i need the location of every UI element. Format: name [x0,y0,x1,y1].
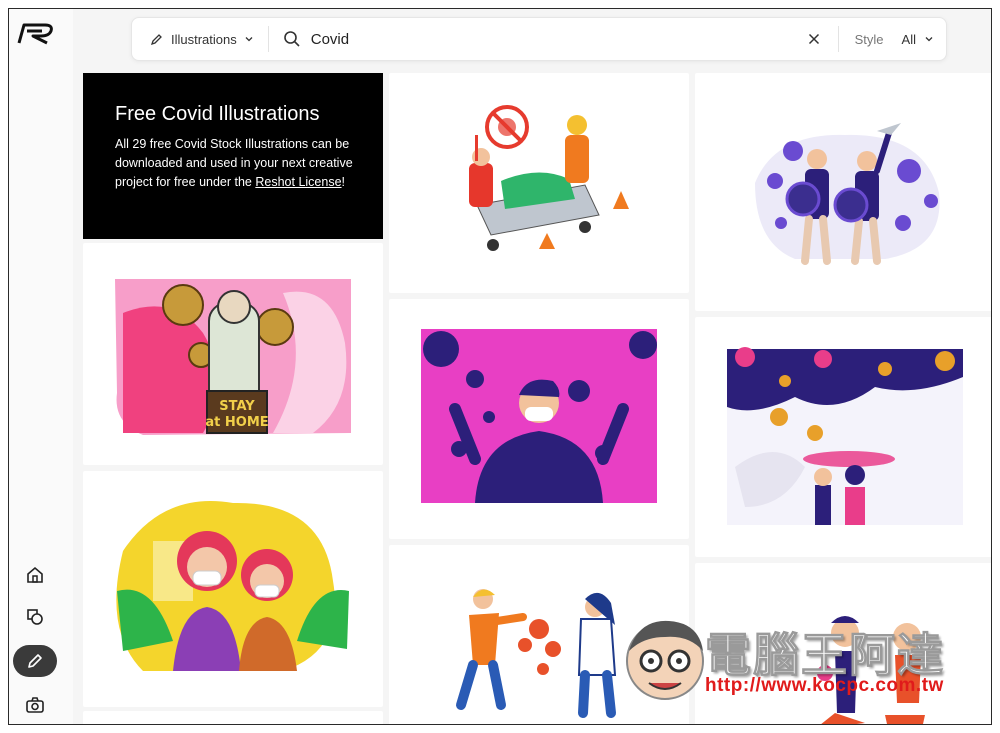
logo-icon[interactable] [15,19,55,49]
poster-line1: STAY [219,399,255,414]
close-icon [808,33,819,45]
illustration-card-people-under-umbrella[interactable] [695,317,991,557]
poster-line3: HOME [225,415,269,430]
ambulance-illustration [469,105,629,251]
shields-illustration [755,123,940,265]
pencil-icon [150,34,162,46]
home-icon [27,566,43,583]
photos-button[interactable] [13,689,57,721]
man-virus-illustration [421,329,657,503]
women-masks-illustration [116,501,349,671]
search-icon [283,31,300,47]
watermark: 電腦王阿達 http://www.kocpc.com.tw [619,609,979,719]
camera-icon [26,697,44,713]
promo-banner: Free Covid Illustrations All 29 free Cov… [83,73,383,239]
illustration-card-people-with-shields[interactable] [695,73,991,311]
sidebar [9,9,73,724]
asset-type-label: Illustrations [171,31,237,47]
stay-at-home-illustration: STAY at HOME [115,279,351,435]
illustrations-button[interactable] [13,645,57,677]
style-dropdown[interactable]: All [902,32,934,47]
poster-line2: at [205,415,220,430]
shapes-button[interactable] [13,601,57,633]
promo-text: All 29 free Covid Stock Illustrations ca… [115,135,359,192]
shapes-icon [27,609,43,625]
style-filter: Style All [837,26,946,52]
svg-text:at HOME: at HOME [205,415,268,430]
asset-type-dropdown[interactable]: Illustrations [132,26,269,52]
app-window: Illustrations Style All [8,8,992,725]
illustration-card-women-wearing-masks[interactable] [83,471,383,707]
chevron-down-icon [925,37,933,42]
license-link[interactable]: Reshot License [255,175,341,189]
watermark-url: http://www.kocpc.com.tw [705,675,944,696]
illustration-card-ambulance-paramedics[interactable] [389,73,689,293]
illustration-card-man-surrounded-by-virus[interactable] [389,299,689,539]
style-label: Style [854,31,884,47]
search-field [269,30,802,48]
pencil-icon [28,654,42,668]
home-button[interactable] [13,559,57,591]
illustration-card-stay-at-home[interactable]: STAY at HOME [83,243,383,465]
search-input[interactable] [310,30,791,48]
umbrella-illustration [727,347,963,525]
clear-search-button[interactable] [802,27,826,51]
chevron-down-icon [245,37,253,42]
illustration-card-partial[interactable] [83,711,383,724]
search-bar: Illustrations Style All [131,17,947,61]
promo-link-suffix: ! [341,175,346,189]
style-value: All [901,31,916,47]
promo-title: Free Covid Illustrations [115,103,320,125]
watermark-face-icon [626,620,704,700]
